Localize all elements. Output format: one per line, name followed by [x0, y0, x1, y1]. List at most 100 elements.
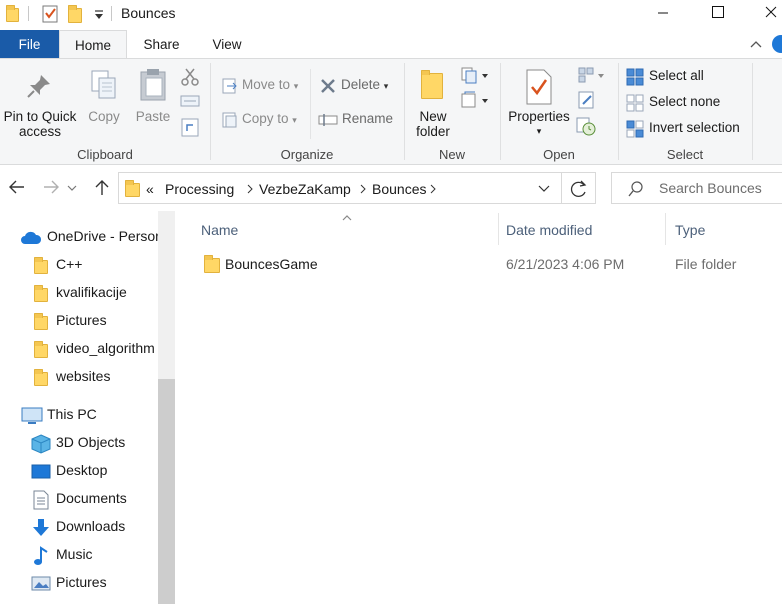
properties-button[interactable]: Properties ▾: [504, 109, 574, 139]
nav-scrollbar-thumb[interactable]: [158, 379, 175, 604]
copy-to-dropdown-icon: ▾: [292, 115, 297, 125]
copy-to-icon: [222, 112, 237, 128]
move-to-icon: [222, 78, 237, 94]
forward-arrow-icon[interactable]: [42, 178, 60, 196]
organize-group-label: Organize: [280, 147, 334, 162]
refresh-icon[interactable]: [562, 172, 596, 204]
properties-check-icon[interactable]: [42, 4, 60, 24]
nav-item-documents[interactable]: Documents: [0, 487, 158, 511]
rename-icon: [318, 114, 338, 126]
new-folder-qat-icon[interactable]: [68, 4, 84, 24]
select-all-button[interactable]: Select all: [649, 67, 704, 85]
address-dropdown-icon[interactable]: [537, 184, 551, 194]
search-input[interactable]: Search Bounces: [611, 172, 782, 204]
copy-icon: [91, 70, 116, 99]
nav-item-desktop[interactable]: Desktop: [0, 459, 158, 483]
delete-dropdown-icon: ▾: [383, 81, 389, 91]
nav-label: video_algorithm: [56, 340, 155, 356]
address-bar[interactable]: « Processing VezbeZaKamp Bounces: [118, 172, 562, 204]
tab-share[interactable]: Share: [134, 30, 189, 59]
maximize-icon[interactable]: [694, 0, 740, 28]
open-with-icon[interactable]: [578, 67, 608, 85]
paste-button[interactable]: Paste: [132, 109, 174, 124]
music-icon: [34, 546, 48, 565]
nav-item-folder[interactable]: C++: [0, 253, 158, 277]
3d-objects-icon: [31, 434, 51, 454]
column-header-type[interactable]: Type: [675, 222, 705, 238]
breadcrumb-item[interactable]: Processing: [165, 181, 234, 197]
nav-item-folder[interactable]: Pictures: [0, 309, 158, 333]
nav-item-pictures[interactable]: Pictures: [0, 571, 158, 595]
column-header-date-modified[interactable]: Date modified: [506, 222, 592, 238]
customize-qat-icon[interactable]: [93, 4, 105, 24]
onedrive-cloud-icon: [21, 231, 42, 244]
up-arrow-icon[interactable]: [93, 178, 111, 196]
nav-label: This PC: [47, 406, 97, 422]
close-icon[interactable]: [748, 0, 782, 28]
file-date-modified: 6/21/2023 4:06 PM: [506, 256, 625, 272]
chevron-right-icon[interactable]: [429, 184, 437, 194]
chevron-right-icon[interactable]: [246, 184, 254, 194]
select-group-label: Select: [666, 147, 704, 162]
ribbon-tabs: File Home Share View: [0, 30, 782, 60]
history-icon[interactable]: [576, 117, 598, 137]
cut-icon[interactable]: [180, 67, 200, 87]
new-item-icon[interactable]: [461, 67, 491, 85]
delete-label: Delete: [341, 77, 381, 92]
delete-button[interactable]: Delete ▾: [341, 76, 388, 95]
move-to-button[interactable]: Move to ▾: [242, 76, 298, 95]
ribbon: Pin to Quick access Copy Paste Clipboard…: [0, 58, 782, 165]
invert-selection-icon: [626, 120, 644, 138]
nav-item-downloads[interactable]: Downloads: [0, 515, 158, 539]
collapse-ribbon-icon[interactable]: [750, 39, 762, 49]
minimize-icon[interactable]: [640, 0, 686, 28]
invert-selection-button[interactable]: Invert selection: [649, 119, 740, 137]
nav-item-folder[interactable]: kvalifikacije: [0, 281, 158, 305]
copy-path-icon[interactable]: [180, 93, 200, 109]
tab-home[interactable]: Home: [59, 30, 127, 60]
copy-to-button[interactable]: Copy to ▾: [242, 110, 297, 129]
select-none-button[interactable]: Select none: [649, 93, 720, 111]
pin-label-line1: Pin to Quick: [3, 109, 77, 124]
table-row[interactable]: BouncesGame 6/21/2023 4:06 PM File folde…: [197, 251, 782, 277]
nav-label: Desktop: [56, 462, 108, 478]
help-icon[interactable]: [772, 35, 782, 53]
nav-item-music[interactable]: Music: [0, 543, 158, 567]
breadcrumb-item[interactable]: Bounces: [372, 181, 426, 197]
copy-button[interactable]: Copy: [84, 109, 124, 124]
tab-file[interactable]: File: [0, 30, 59, 59]
nav-label: 3D Objects: [56, 434, 126, 450]
nav-item-onedrive[interactable]: OneDrive - Person: [0, 225, 158, 249]
nav-label: Downloads: [56, 518, 126, 534]
nav-label: C++: [56, 256, 83, 272]
documents-icon: [33, 490, 49, 510]
new-folder-button[interactable]: New folder: [410, 109, 456, 139]
folder-icon: [34, 257, 48, 274]
edit-icon[interactable]: [578, 91, 596, 109]
new-folder-icon: [421, 70, 443, 99]
title-bar: Bounces: [0, 0, 782, 28]
easy-access-icon[interactable]: [461, 91, 491, 109]
nav-item-this-pc[interactable]: This PC: [0, 403, 158, 427]
open-group-label: Open: [543, 147, 575, 162]
select-all-icon: [626, 68, 644, 86]
column-header-name[interactable]: Name: [201, 222, 238, 238]
rename-button[interactable]: Rename: [342, 110, 393, 128]
recent-locations-icon[interactable]: [66, 183, 78, 193]
navigation-pane: OneDrive - Person C++ kvalifikacije Pict…: [0, 211, 175, 604]
delete-x-icon: [321, 79, 335, 93]
chevron-right-icon[interactable]: [359, 184, 367, 194]
nav-item-folder[interactable]: websites: [0, 365, 158, 389]
breadcrumb-item[interactable]: VezbeZaKamp: [259, 181, 351, 197]
tab-view[interactable]: View: [203, 30, 251, 59]
paste-shortcut-icon[interactable]: [181, 117, 199, 137]
breadcrumb-overflow[interactable]: «: [146, 181, 154, 197]
pin-to-quick-access-button[interactable]: Pin to Quick access: [2, 109, 78, 139]
folder-icon: [204, 255, 220, 273]
nav-item-folder[interactable]: video_algorithm: [0, 337, 158, 361]
nav-item-3d-objects[interactable]: 3D Objects: [0, 431, 158, 455]
properties-label: Properties: [508, 109, 570, 124]
desktop-icon: [31, 464, 51, 479]
nav-label: Pictures: [56, 574, 107, 590]
back-arrow-icon[interactable]: [8, 178, 26, 196]
